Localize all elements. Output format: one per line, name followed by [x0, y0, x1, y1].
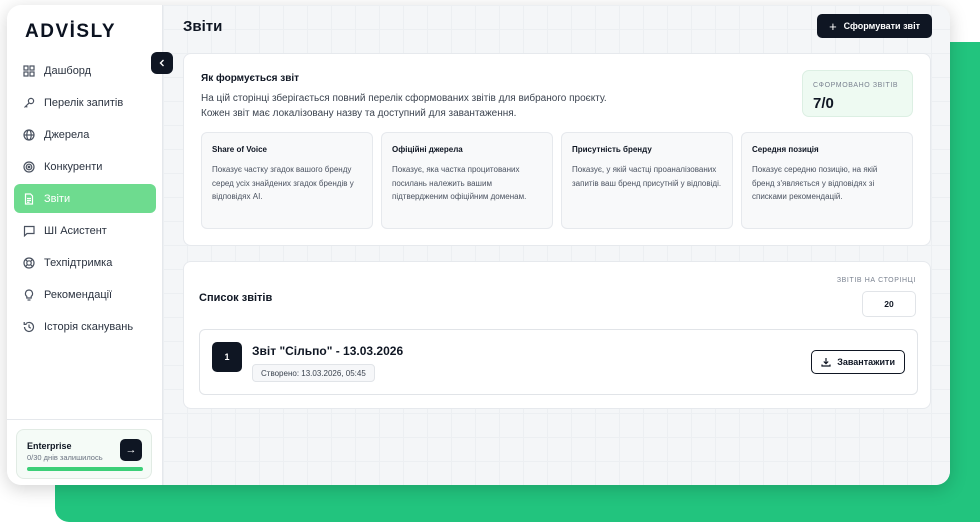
metric-title: Середня позиція: [752, 145, 819, 154]
plan-remaining: 0/30 днів залишилось: [27, 453, 103, 462]
main-content: Звіти + Сформувати звіт Як формується зв…: [163, 5, 950, 485]
grid-icon: [23, 64, 35, 77]
target-icon: [23, 160, 35, 173]
sidebar-item-scan-history[interactable]: Історія сканувань: [14, 312, 156, 341]
metric-card-brand-presence: Присутність бренду Показує, у якій частц…: [561, 132, 733, 229]
reports-list-card: Список звітів ЗВІТІВ НА СТОРІНЦІ 20 1 Зв…: [183, 261, 931, 409]
chevron-left-icon: [159, 59, 164, 67]
plan-progress-bar: [27, 467, 143, 471]
sidebar-item-ai-assistant[interactable]: ШІ Асистент: [14, 216, 156, 245]
info-title: Як формується звіт: [201, 73, 300, 84]
report-created-badge: Створено: 13.03.2026, 05:45: [252, 364, 375, 382]
metric-card-share-of-voice: Share of Voice Показує частку згадок ваш…: [201, 132, 373, 229]
plan-name: Enterprise: [27, 441, 72, 451]
sidebar-item-dashboard[interactable]: Дашборд: [14, 56, 156, 85]
info-card: Як формується звіт На цій сторінці збері…: [183, 53, 931, 246]
sidebar: ADVİSLY Дашборд Перелік запитів Джерела …: [7, 5, 163, 485]
chat-icon: [23, 225, 35, 237]
download-button[interactable]: Завантажити: [811, 350, 905, 374]
plan-section: Enterprise 0/30 днів залишилось →: [7, 419, 163, 485]
info-description-line: На цій сторінці зберігається повний пере…: [201, 93, 607, 104]
app-window: ADVİSLY Дашборд Перелік запитів Джерела …: [7, 5, 950, 485]
key-icon: [23, 97, 35, 109]
sidebar-item-sources[interactable]: Джерела: [14, 120, 156, 149]
info-description-line: Кожен звіт має локалізовану назву та дос…: [201, 108, 517, 119]
plus-icon: +: [829, 18, 837, 34]
sidebar-item-label: Джерела: [44, 128, 90, 141]
download-label: Завантажити: [837, 357, 895, 367]
metric-title: Офіційні джерела: [392, 145, 463, 154]
history-icon: [23, 321, 35, 333]
metrics-grid: Share of Voice Показує частку згадок ваш…: [201, 132, 913, 229]
report-title: Звіт "Сільпо" - 13.03.2026: [252, 344, 404, 358]
metric-description: Показує частку згадок вашого бренду сере…: [212, 165, 354, 201]
sidebar-item-support[interactable]: Техпідтримка: [14, 248, 156, 277]
sidebar-item-label: Історія сканувань: [44, 320, 134, 333]
report-row: 1 Звіт "Сільпо" - 13.03.2026 Створено: 1…: [199, 329, 918, 395]
logo: ADVİSLY: [25, 21, 117, 42]
sidebar-item-label: Конкуренти: [44, 160, 103, 173]
plan-progress-fill: [27, 467, 143, 471]
metric-description: Показує, яка частка процитованих посилан…: [392, 165, 527, 201]
report-number: 1: [212, 342, 242, 372]
per-page-label: ЗВІТІВ НА СТОРІНЦІ: [836, 277, 916, 284]
generate-report-label: Сформувати звіт: [843, 21, 920, 31]
plan-upgrade-button[interactable]: →: [120, 439, 142, 461]
sidebar-item-label: Дашборд: [44, 64, 92, 77]
generate-report-button[interactable]: + Сформувати звіт: [817, 14, 932, 38]
globe-icon: [23, 128, 35, 141]
sidebar-item-label: Техпідтримка: [44, 256, 113, 269]
sidebar-item-label: Звіти: [44, 192, 71, 205]
download-icon: [821, 357, 831, 367]
metric-description: Показує середню позицію, на якій бренд з…: [752, 165, 878, 201]
sidebar-item-reports[interactable]: Звіти: [14, 184, 156, 213]
reports-count-stat: СФОРМОВАНО ЗВІТІВ 7/0: [802, 70, 913, 117]
metric-title: Присутність бренду: [572, 145, 652, 154]
stat-value: 7/0: [813, 95, 834, 112]
arrow-right-icon: →: [125, 444, 137, 456]
sidebar-item-label: Рекомендації: [44, 288, 113, 301]
sidebar-collapse-button[interactable]: [151, 52, 173, 74]
page-title: Звіти: [183, 18, 223, 35]
per-page-select[interactable]: 20: [862, 291, 916, 317]
reports-list-title: Список звітів: [199, 292, 273, 304]
document-icon: [23, 192, 35, 205]
info-description: На цій сторінці зберігається повний пере…: [201, 91, 721, 121]
metric-card-official-sources: Офіційні джерела Показує, яка частка про…: [381, 132, 553, 229]
sidebar-item-recommendations[interactable]: Рекомендації: [14, 280, 156, 309]
sidebar-item-label: Перелік запитів: [44, 96, 124, 109]
sidebar-item-label: ШІ Асистент: [44, 224, 107, 237]
lifebuoy-icon: [23, 256, 35, 269]
sidebar-item-competitors[interactable]: Конкуренти: [14, 152, 156, 181]
sidebar-item-queries[interactable]: Перелік запитів: [14, 88, 156, 117]
sidebar-nav: Дашборд Перелік запитів Джерела Конкурен…: [14, 56, 156, 344]
metric-card-average-position: Середня позиція Показує середню позицію,…: [741, 132, 913, 229]
metric-title: Share of Voice: [212, 145, 267, 154]
lightbulb-icon: [23, 288, 35, 301]
metric-description: Показує, у якій частці проаналізованих з…: [572, 165, 722, 188]
stat-label: СФОРМОВАНО ЗВІТІВ: [813, 82, 899, 89]
plan-card: Enterprise 0/30 днів залишилось →: [16, 429, 152, 479]
